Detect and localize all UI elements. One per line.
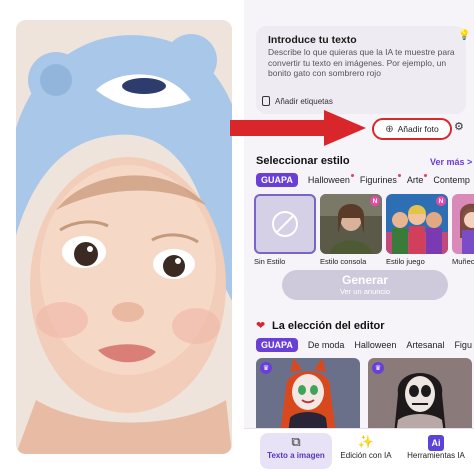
style-thumb-game: N <box>386 194 448 254</box>
sliders-icon[interactable]: ⚙ <box>454 120 464 133</box>
chip-figu[interactable]: Figu <box>454 340 472 350</box>
new-badge: N <box>370 196 380 206</box>
app-screen: Introduce tu texto Describe lo que quier… <box>244 0 474 474</box>
text-to-image-icon: ⧉ <box>291 434 301 449</box>
editor-chips: GUAPA De moda Halloween Artesanal Figu <box>256 338 472 352</box>
editor-card[interactable]: ♛ <box>256 358 360 434</box>
chip-contemp[interactable]: Contemp <box>433 175 470 185</box>
style-item[interactable]: N Estilo juego <box>386 194 448 266</box>
prompt-title: Introduce tu texto <box>268 34 357 46</box>
ai-tools-icon: Ai <box>428 435 444 451</box>
chip-artesanal[interactable]: Artesanal <box>406 340 444 350</box>
generate-sublabel: Ver un anuncio <box>339 287 391 296</box>
chip-figurines[interactable]: Figurines <box>359 174 401 185</box>
new-dot <box>397 174 401 177</box>
chip-arte[interactable]: Arte <box>406 174 428 185</box>
style-item[interactable]: N Estilo consola <box>320 194 382 266</box>
nav-label: Texto a imagen <box>267 451 325 460</box>
chip-guapa[interactable]: GUAPA <box>256 338 298 352</box>
style-item[interactable]: Sin Estilo <box>254 194 316 266</box>
chip-figurines-label: Figurines <box>359 175 397 185</box>
lightbulb-icon[interactable]: 💡 <box>458 30 470 41</box>
nav-label: Herramientas IA <box>407 451 465 460</box>
chip-halloween[interactable]: Halloween <box>354 340 396 350</box>
new-dot <box>424 174 428 177</box>
generate-label: Generar <box>341 273 389 287</box>
see-more-link[interactable]: Ver más > <box>430 157 472 167</box>
style-item[interactable]: ♛ Muñeca <box>452 194 474 266</box>
style-label: Sin Estilo <box>254 257 286 266</box>
add-tags-button[interactable]: Añadir etiquetas <box>262 96 333 106</box>
nav-ai-edit[interactable]: ✨ Edición con IA <box>330 433 402 469</box>
screen: Introduce tu texto Describe lo que quier… <box>0 0 474 474</box>
red-arrow <box>230 110 366 146</box>
style-section-title: Seleccionar estilo <box>256 155 350 167</box>
nav-text-to-image[interactable]: ⧉ Texto a imagen <box>260 433 332 469</box>
heart-icon: ❤ <box>256 320 266 332</box>
chip-arte-label: Arte <box>406 175 424 185</box>
chip-de-moda[interactable]: De moda <box>308 340 345 350</box>
style-chips: GUAPA Halloween Figurines Arte Contemp <box>256 173 470 187</box>
no-style-icon <box>272 211 298 237</box>
new-badge: N <box>436 196 446 206</box>
nav-ai-tools[interactable]: Ai Herramientas IA <box>400 433 472 469</box>
style-label: Estilo juego <box>386 257 425 266</box>
add-image-icon: ⊕ <box>385 123 394 135</box>
baby-photo <box>16 20 232 454</box>
style-list: Sin Estilo N Estilo consola N Estilo jue… <box>254 194 474 266</box>
add-photo-label: Añadir foto <box>397 124 439 134</box>
style-thumb-console: N <box>320 194 382 254</box>
style-thumb-none <box>254 194 316 254</box>
crown-icon: ♛ <box>372 362 384 374</box>
magic-wand-icon: ✨ <box>357 434 375 449</box>
tag-icon <box>262 96 270 106</box>
chip-halloween[interactable]: Halloween <box>307 174 354 185</box>
generate-button[interactable]: Generar Ver un anuncio <box>282 270 448 300</box>
new-dot <box>350 174 354 177</box>
add-photo-button[interactable]: ⊕ Añadir foto <box>372 118 452 140</box>
editor-cards: ♛ ♛ <box>256 358 472 434</box>
chip-guapa[interactable]: GUAPA <box>256 173 298 187</box>
nav-label: Edición con IA <box>340 451 392 460</box>
style-label: Muñeca <box>452 257 474 266</box>
editor-section-title: La elección del editor <box>272 320 385 332</box>
bottom-nav: ⧉ Texto a imagen ✨ Edición con IA Ai Her… <box>244 428 474 474</box>
prompt-description: Describe lo que quieras que la IA te mue… <box>268 47 455 78</box>
add-tags-label: Añadir etiquetas <box>275 96 333 106</box>
chip-halloween-label: Halloween <box>307 175 350 185</box>
style-thumb-doll: ♛ <box>452 194 474 254</box>
style-label: Estilo consola <box>320 257 367 266</box>
editor-card[interactable]: ♛ <box>368 358 472 434</box>
crown-icon: ♛ <box>260 362 272 374</box>
